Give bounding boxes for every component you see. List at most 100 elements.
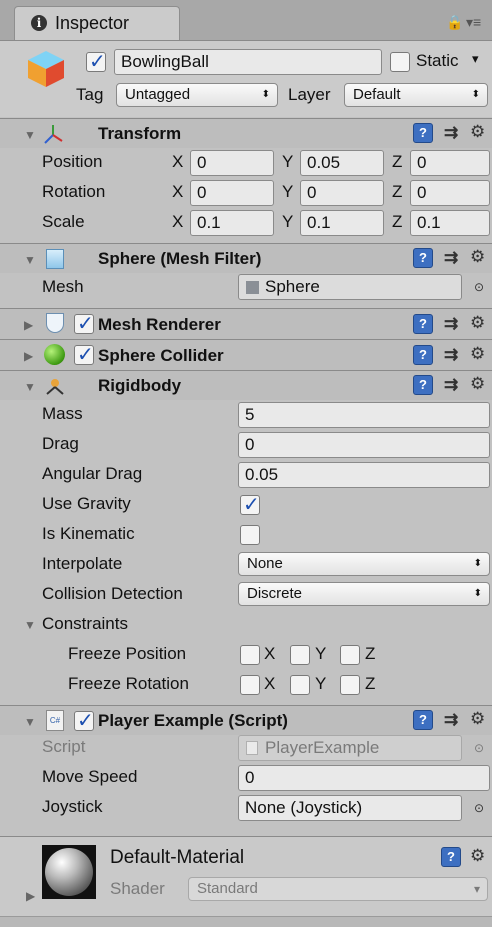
script-object-field: PlayerExample xyxy=(238,735,462,761)
gear-icon[interactable]: ⚙ xyxy=(470,846,485,866)
freeze-rotation-y-checkbox[interactable] xyxy=(290,675,310,695)
fold-arrow-icon[interactable]: ▼ xyxy=(24,253,36,267)
preset-icon[interactable]: ⇉ xyxy=(444,248,458,268)
material-preview xyxy=(42,845,96,899)
gear-icon[interactable]: ⚙ xyxy=(470,344,485,364)
mesh-renderer-enabled-checkbox[interactable] xyxy=(74,311,94,335)
transform-body: Position X 0 Y 0.05 Z 0 Rotation X 0 Y 0… xyxy=(0,148,492,242)
tag-dropdown[interactable]: Untagged ⬍ xyxy=(116,83,278,107)
position-z-input[interactable]: 0 xyxy=(410,150,490,176)
gameobject-name-input[interactable]: BowlingBall xyxy=(114,49,382,75)
sphere-collider-enabled-checkbox[interactable] xyxy=(74,342,94,366)
rigidbody-title: Rigidbody xyxy=(98,376,182,395)
layer-dropdown[interactable]: Default ⬍ xyxy=(344,83,488,107)
axis-label-x: X xyxy=(172,212,184,231)
scale-x-input[interactable]: 0.1 xyxy=(190,210,274,236)
angular-drag-input[interactable]: 0.05 xyxy=(238,462,490,488)
scale-z-input[interactable]: 0.1 xyxy=(410,210,490,236)
move-speed-label: Move Speed xyxy=(42,767,138,786)
gear-icon[interactable]: ⚙ xyxy=(470,709,485,729)
position-x-input[interactable]: 0 xyxy=(190,150,274,176)
fold-arrow-icon[interactable]: ▼ xyxy=(24,380,36,394)
tab-menu-icon[interactable]: ▾≡ xyxy=(466,14,481,31)
preset-icon[interactable]: ⇉ xyxy=(444,375,458,395)
freeze-position-y-checkbox[interactable] xyxy=(290,645,310,665)
axis-label-y: Y xyxy=(315,644,327,663)
drag-label: Drag xyxy=(42,434,79,453)
axis-label-x: X xyxy=(264,674,276,693)
freeze-rotation-x-checkbox[interactable] xyxy=(240,675,260,695)
help-icon[interactable]: ? xyxy=(413,123,433,143)
is-kinematic-label: Is Kinematic xyxy=(42,524,135,543)
mesh-object-field[interactable]: Sphere xyxy=(238,274,462,300)
rigidbody-header[interactable]: ▼ Rigidbody ? ⇉ ⚙ xyxy=(0,370,492,400)
help-icon[interactable]: ? xyxy=(413,375,433,395)
gear-icon[interactable]: ⚙ xyxy=(470,374,485,394)
gear-icon[interactable]: ⚙ xyxy=(470,313,485,333)
gear-icon[interactable]: ⚙ xyxy=(470,247,485,267)
lock-icon[interactable]: 🔒 xyxy=(446,14,463,31)
player-script-header[interactable]: ▼ C# Player Example (Script) ? ⇉ ⚙ xyxy=(0,705,492,735)
scale-y-input[interactable]: 0.1 xyxy=(300,210,384,236)
static-label: Static xyxy=(416,51,459,70)
help-icon[interactable]: ? xyxy=(413,248,433,268)
tag-dropdown-arrows-icon: ⬍ xyxy=(261,89,270,100)
transform-header[interactable]: ▼ Transform ? ⇉ ⚙ xyxy=(0,118,492,148)
gear-icon[interactable]: ⚙ xyxy=(470,122,485,142)
mesh-filter-icon xyxy=(46,249,64,269)
static-checkbox[interactable] xyxy=(390,52,410,72)
axis-label-z: Z xyxy=(365,644,376,663)
rigidbody-body: Mass 5 Drag 0 Angular Drag 0.05 Use Grav… xyxy=(0,400,492,702)
active-checkbox[interactable] xyxy=(86,49,106,73)
axis-label-y: Y xyxy=(315,674,327,693)
player-script-enabled-checkbox[interactable] xyxy=(74,708,94,732)
is-kinematic-checkbox[interactable] xyxy=(240,525,260,545)
preset-icon[interactable]: ⇉ xyxy=(444,345,458,365)
rotation-z-input[interactable]: 0 xyxy=(410,180,490,206)
drag-input[interactable]: 0 xyxy=(238,432,490,458)
help-icon[interactable]: ? xyxy=(441,847,461,867)
interpolate-dropdown[interactable]: None ⬍ xyxy=(238,552,490,576)
preset-icon[interactable]: ⇉ xyxy=(444,123,458,143)
gameobject-cube-icon xyxy=(28,51,64,87)
freeze-position-x-checkbox[interactable] xyxy=(240,645,260,665)
axis-label-x: X xyxy=(172,152,184,171)
static-dropdown-icon[interactable]: ▾ xyxy=(472,51,479,67)
fold-arrow-icon[interactable]: ▼ xyxy=(24,128,36,142)
mesh-renderer-header[interactable]: ▶ Mesh Renderer ? ⇉ ⚙ xyxy=(0,308,492,339)
freeze-position-z-checkbox[interactable] xyxy=(340,645,360,665)
mesh-asset-icon xyxy=(246,281,259,294)
collision-detection-dropdown[interactable]: Discrete ⬍ xyxy=(238,582,490,606)
tab-inspector[interactable]: i Inspector xyxy=(14,6,180,40)
sphere-collider-header[interactable]: ▶ Sphere Collider ? ⇉ ⚙ xyxy=(0,339,492,370)
constraints-fold-arrow-icon[interactable]: ▼ xyxy=(24,618,36,632)
sphere-collider-icon xyxy=(44,344,65,365)
mesh-filter-title: Sphere (Mesh Filter) xyxy=(98,249,262,268)
rotation-y-input[interactable]: 0 xyxy=(300,180,384,206)
help-icon[interactable]: ? xyxy=(413,314,433,334)
preset-icon[interactable]: ⇉ xyxy=(444,710,458,730)
freeze-rotation-label: Freeze Rotation xyxy=(68,674,189,693)
preset-icon[interactable]: ⇉ xyxy=(444,314,458,334)
position-y-input[interactable]: 0.05 xyxy=(300,150,384,176)
fold-arrow-icon[interactable]: ▶ xyxy=(24,349,33,363)
help-icon[interactable]: ? xyxy=(413,710,433,730)
tab-label: Inspector xyxy=(55,13,130,33)
move-speed-input[interactable]: 0 xyxy=(238,765,490,791)
material-fold-arrow-icon[interactable]: ▶ xyxy=(26,889,35,903)
use-gravity-checkbox[interactable] xyxy=(240,492,260,516)
fold-arrow-icon[interactable]: ▶ xyxy=(24,318,33,332)
mesh-filter-header[interactable]: ▼ Sphere (Mesh Filter) ? ⇉ ⚙ xyxy=(0,243,492,273)
object-picker-target-icon[interactable]: ⊙ xyxy=(474,280,484,294)
help-icon[interactable]: ? xyxy=(413,345,433,365)
position-label: Position xyxy=(42,152,103,171)
rotation-x-input[interactable]: 0 xyxy=(190,180,274,206)
constraints-label: Constraints xyxy=(42,614,128,633)
object-picker-target-icon[interactable]: ⊙ xyxy=(474,801,484,815)
mesh-renderer-title: Mesh Renderer xyxy=(98,315,221,334)
mass-input[interactable]: 5 xyxy=(238,402,490,428)
axis-label-z: Z xyxy=(365,674,376,693)
joystick-object-field[interactable]: None (Joystick) xyxy=(238,795,462,821)
fold-arrow-icon[interactable]: ▼ xyxy=(24,715,36,729)
freeze-rotation-z-checkbox[interactable] xyxy=(340,675,360,695)
